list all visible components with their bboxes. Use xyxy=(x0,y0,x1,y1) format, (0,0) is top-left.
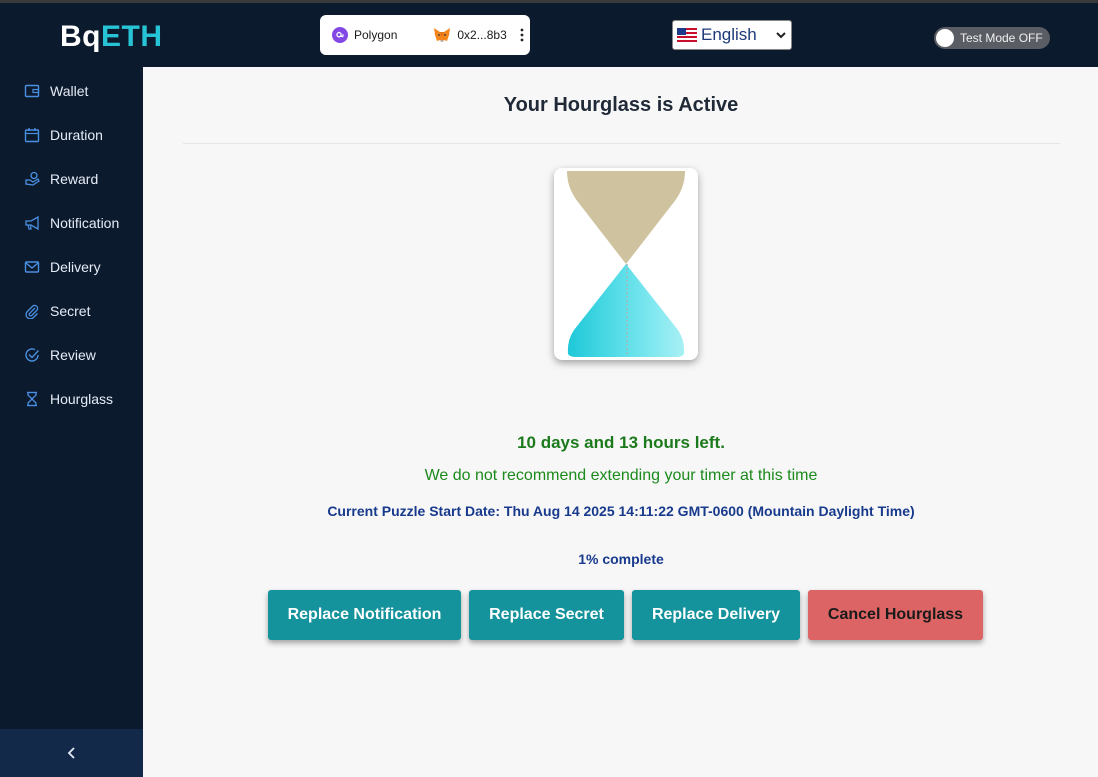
toggle-knob xyxy=(936,29,954,47)
wallet-connection-pill[interactable]: Polygon 0x2...8b3 xyxy=(320,15,530,55)
chevron-down-icon xyxy=(776,32,786,39)
sidebar-item-label: Review xyxy=(50,347,96,363)
calendar-icon xyxy=(24,128,40,143)
sidebar-item-label: Notification xyxy=(50,215,120,231)
progress-text: 1% complete xyxy=(578,551,664,567)
replace-delivery-button[interactable]: Replace Delivery xyxy=(632,590,800,640)
sidebar-collapse-button[interactable] xyxy=(0,729,143,777)
sidebar-item-reward[interactable]: Reward xyxy=(0,157,143,201)
main-content: Your Hourglass is Active 10 days and 13 … xyxy=(143,67,1098,777)
replace-secret-button[interactable]: Replace Secret xyxy=(469,590,624,640)
check-circle-icon xyxy=(25,348,40,362)
hourglass-top-sand xyxy=(567,171,685,264)
test-mode-toggle[interactable]: Test Mode OFF xyxy=(934,27,1050,49)
hourglass-visual xyxy=(554,168,698,360)
sidebar-item-notification[interactable]: Notification xyxy=(0,201,143,245)
test-mode-label: Test Mode OFF xyxy=(960,31,1043,45)
language-label: English xyxy=(701,25,757,44)
title-divider xyxy=(183,143,1060,144)
sidebar-item-label: Duration xyxy=(50,127,103,143)
metamask-fox-icon xyxy=(434,28,451,42)
sidebar-item-duration[interactable]: Duration xyxy=(0,113,143,157)
network-name: Polygon xyxy=(354,28,398,42)
sidebar-item-label: Secret xyxy=(50,303,91,319)
sidebar-item-wallet[interactable]: Wallet xyxy=(0,69,143,113)
paperclip-icon xyxy=(25,304,39,319)
hourglass-bottom-fill xyxy=(567,264,685,357)
bqeth-logo[interactable]: Bq ETH xyxy=(60,19,163,55)
wallet-icon xyxy=(24,84,40,98)
recommendation-text: We do not recommend extending your timer… xyxy=(424,467,818,484)
hourglass-icon xyxy=(27,391,37,407)
logo-text-main: Bq xyxy=(60,20,101,53)
logo-text-accent: ETH xyxy=(101,20,163,53)
wallet-address: 0x2...8b3 xyxy=(457,28,507,42)
cancel-hourglass-button[interactable]: Cancel Hourglass xyxy=(808,590,983,640)
envelope-icon xyxy=(24,261,40,273)
sidebar-item-label: Wallet xyxy=(50,83,89,99)
sidebar-item-review[interactable]: Review xyxy=(0,333,143,377)
sidebar: Wallet Duration Reward Notification Deli… xyxy=(0,67,143,777)
more-vertical-icon[interactable] xyxy=(515,27,529,43)
chevron-left-icon xyxy=(67,747,75,759)
hourglass-graphic xyxy=(567,171,685,357)
polygon-icon xyxy=(332,27,348,43)
page-title: Your Hourglass is Active xyxy=(503,94,739,116)
sidebar-item-label: Delivery xyxy=(50,259,101,275)
us-flag-icon xyxy=(677,28,697,42)
sidebar-item-label: Reward xyxy=(50,171,99,187)
puzzle-start-date: Current Puzzle Start Date: Thu Aug 14 20… xyxy=(327,503,915,519)
sidebar-item-label: Hourglass xyxy=(50,391,114,407)
time-left-text: 10 days and 13 hours left. xyxy=(517,433,725,452)
sidebar-item-hourglass[interactable]: Hourglass xyxy=(0,377,143,421)
sidebar-item-secret[interactable]: Secret xyxy=(0,289,143,333)
megaphone-icon xyxy=(25,215,39,231)
reward-icon xyxy=(25,171,40,186)
replace-notification-button[interactable]: Replace Notification xyxy=(268,590,461,640)
language-select[interactable]: English xyxy=(672,20,792,50)
top-bar: Bq ETH Polygon 0x2...8b3 English Test Mo… xyxy=(0,0,1098,67)
sidebar-item-delivery[interactable]: Delivery xyxy=(0,245,143,289)
